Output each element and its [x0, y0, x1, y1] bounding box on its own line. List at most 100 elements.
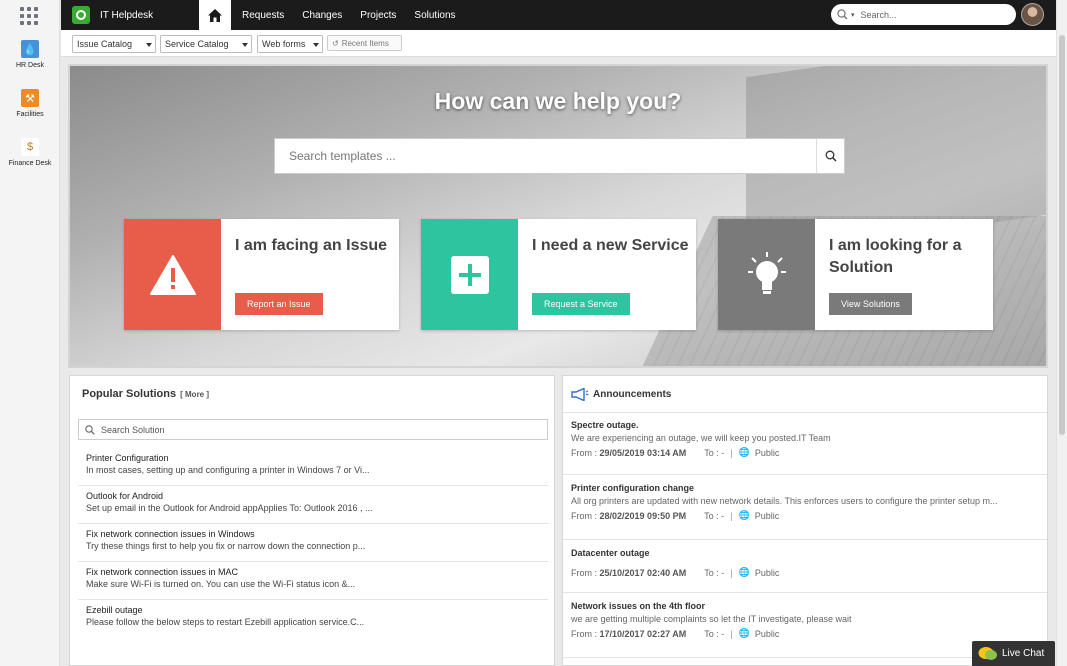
search-icon [837, 9, 848, 20]
to-value: - [721, 510, 725, 521]
page-scrollbar[interactable] [1056, 0, 1067, 666]
list-item[interactable]: Printer Configuration In most cases, sett… [78, 448, 548, 486]
request-service-card[interactable]: I need a new Service Request a Service [421, 219, 696, 330]
nav-projects[interactable]: Projects [360, 10, 396, 21]
nav-changes[interactable]: Changes [302, 10, 342, 21]
panel-title: Popular Solutions[ More ] [82, 388, 209, 400]
search-icon [825, 150, 837, 162]
brand[interactable]: IT Helpdesk [61, 0, 153, 30]
scrollbar-thumb[interactable] [1059, 35, 1065, 435]
popular-solutions-title: Popular Solutions [82, 388, 177, 400]
template-search-placeholder: Search templates ... [289, 149, 396, 163]
top-bar: IT Helpdesk Requests Changes Projects So… [61, 0, 1056, 30]
brand-label: IT Helpdesk [100, 9, 154, 21]
from-label: From : [571, 510, 597, 521]
solution-title: Outlook for Android [86, 491, 164, 501]
nav-requests[interactable]: Requests [242, 10, 284, 21]
globe-icon: 🌐 [738, 628, 750, 638]
list-item[interactable]: Fix network connection issues in MAC Make… [78, 562, 548, 600]
service-catalog-dropdown[interactable]: Service Catalog [160, 35, 252, 53]
home-button[interactable] [199, 0, 231, 30]
caret-down-icon [313, 43, 319, 47]
solution-desc: Set up email in the Outlook for Android … [86, 503, 373, 513]
to-label: To : [704, 510, 719, 521]
recent-items-label: Recent Items [341, 38, 389, 48]
solution-desc: Please follow the below steps to restart… [86, 617, 365, 627]
to-label: To : [704, 447, 719, 458]
announcement-meta: From : 25/10/2017 02:40 AM To : - | 🌐 Public [571, 567, 780, 578]
from-label: From : [571, 447, 597, 458]
dropdown-label: Web forms [262, 39, 306, 49]
nav-solutions[interactable]: Solutions [414, 10, 455, 21]
solution-desc: In most cases, setting up and configurin… [86, 465, 370, 475]
solution-title: Fix network connection issues in Windows [86, 529, 255, 539]
chevron-down-icon[interactable]: ▾ [851, 11, 855, 19]
solution-title: Fix network connection issues in MAC [86, 567, 239, 577]
list-item[interactable]: Ezebill outage Please follow the below st… [78, 600, 548, 638]
solution-title: Ezebill outage [86, 605, 143, 615]
announcement-title: Printer configuration change [571, 483, 695, 493]
report-issue-button[interactable]: Report an Issue [235, 293, 323, 315]
app-grid-icon[interactable] [20, 7, 38, 25]
rail-item-facilities[interactable]: ⚒ Facilities [0, 89, 60, 118]
announcements-title: Announcements [593, 389, 672, 400]
live-chat-button[interactable]: Live Chat [972, 641, 1055, 666]
announcement-item[interactable]: Printer configuration change All org pri… [563, 476, 1047, 540]
rail-item-label: Finance Desk [8, 160, 52, 167]
chat-bubble-icon [978, 646, 997, 660]
global-search-placeholder: Search... [860, 9, 897, 20]
rail-item-hr-desk[interactable]: 💧 HR Desk [0, 40, 60, 69]
solution-desc: Make sure Wi-Fi is turned on. You can us… [86, 579, 356, 589]
globe-icon: 🌐 [738, 510, 750, 520]
warning-icon [124, 219, 221, 330]
card-title: I am facing an Issue [235, 237, 388, 254]
avatar[interactable] [1021, 3, 1044, 26]
globe-icon: 🌐 [738, 567, 750, 577]
globe-icon: 🌐 [738, 447, 750, 457]
hero-banner: How can we help you? Search templates ..… [68, 64, 1048, 368]
announcements-panel: Announcements Spectre outage. We are exp… [562, 375, 1048, 666]
history-icon: ↺ [332, 38, 339, 48]
megaphone-icon [571, 388, 589, 401]
announcement-desc: we are getting multiple complaints so le… [571, 614, 852, 624]
from-label: From : [571, 628, 597, 639]
from-date: 28/02/2019 09:50 PM [599, 510, 687, 521]
app-rail: 💧 HR Desk ⚒ Facilities $ Finance Desk [0, 0, 60, 666]
solution-search-input[interactable]: Search Solution [78, 419, 548, 440]
search-icon [85, 425, 95, 435]
hr-desk-icon: 💧 [21, 40, 39, 58]
announcement-title: Datacenter outage [571, 548, 650, 558]
more-link[interactable]: [ More ] [180, 390, 209, 399]
announcement-item[interactable]: Datacenter outage From : 25/10/2017 02:4… [563, 541, 1047, 593]
visibility-label: Public [754, 447, 780, 458]
template-search-button[interactable] [816, 139, 844, 173]
tools-icon: ⚒ [21, 89, 39, 107]
hero-title: How can we help you? [434, 88, 682, 114]
list-item[interactable]: Outlook for Android Set up email in the O… [78, 486, 548, 524]
template-search-input[interactable]: Search templates ... [274, 138, 845, 174]
caret-down-icon [146, 43, 152, 47]
recent-items-button[interactable]: ↺ Recent Items [327, 35, 402, 51]
web-forms-dropdown[interactable]: Web forms [257, 35, 323, 53]
to-value: - [721, 628, 725, 639]
panel-title: Announcements [571, 388, 671, 401]
visibility-label: Public [754, 510, 780, 521]
list-item[interactable]: Fix network connection issues in Windows… [78, 524, 548, 562]
report-issue-card[interactable]: I am facing an Issue Report an Issue [124, 219, 399, 330]
rail-item-label: Facilities [16, 111, 44, 118]
view-solutions-button[interactable]: View Solutions [829, 293, 912, 315]
from-date: 17/10/2017 02:27 AM [599, 628, 687, 639]
rail-item-finance-desk[interactable]: $ Finance Desk [0, 138, 60, 167]
request-service-button[interactable]: Request a Service [532, 293, 630, 315]
announcement-item[interactable]: Spectre outage. We are experiencing an o… [563, 412, 1047, 475]
catalog-toolbar: Issue Catalog Service Catalog Web forms … [61, 30, 1056, 57]
solution-search-placeholder: Search Solution [101, 424, 165, 435]
dropdown-label: Service Catalog [165, 39, 229, 49]
solution-desc: Try these things first to help you fix o… [86, 541, 366, 551]
from-label: From : [571, 567, 597, 578]
issue-catalog-dropdown[interactable]: Issue Catalog [72, 35, 156, 53]
view-solutions-card[interactable]: I am looking for a Solution View Solutio… [718, 219, 993, 330]
from-date: 25/10/2017 02:40 AM [599, 567, 687, 578]
live-chat-label: Live Chat [1002, 648, 1045, 659]
global-search-input[interactable]: ▾ Search... [831, 4, 1016, 25]
